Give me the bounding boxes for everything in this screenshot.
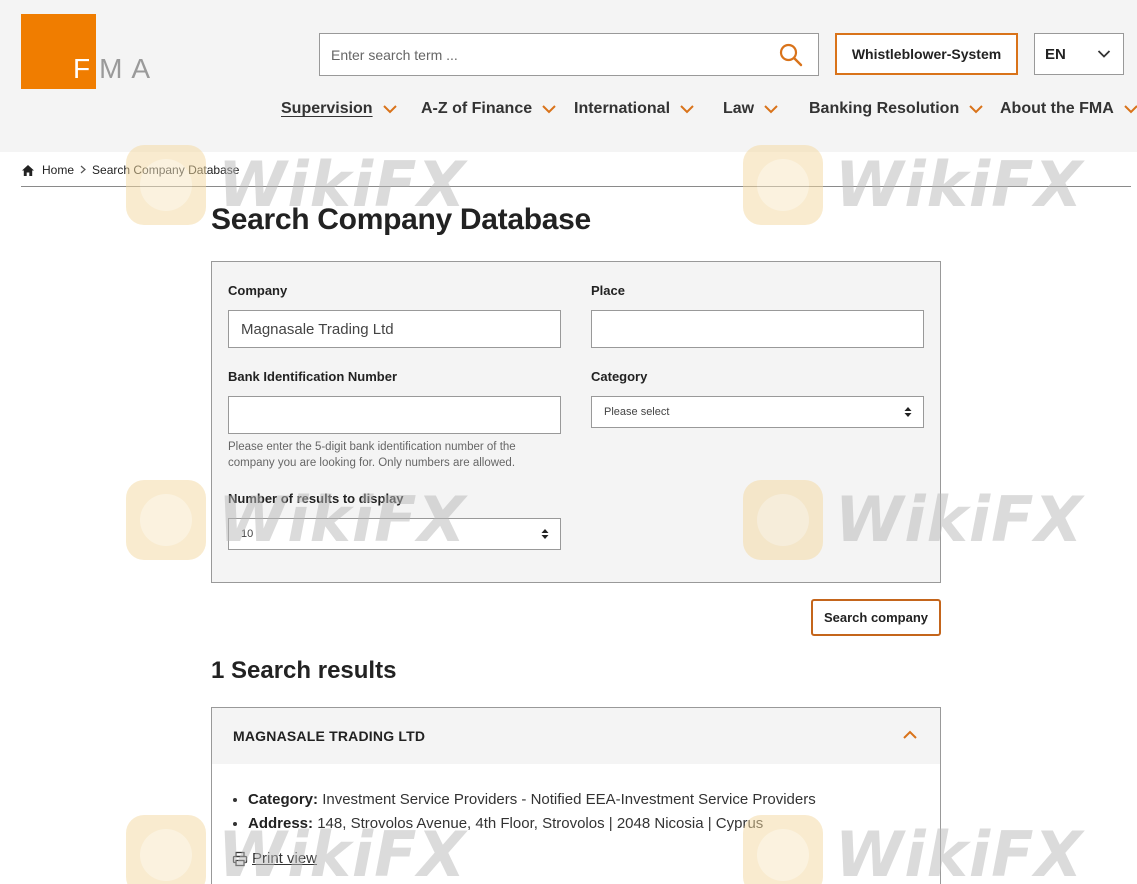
sort-arrows-icon [541,529,549,539]
nav-international[interactable]: International [574,98,695,120]
category-selected: Please select [604,406,670,418]
nav-label: Law [723,100,755,117]
category-key: Category: [248,791,319,808]
nav-label: Supervision [281,100,373,117]
result-details: Category: Investment Service Providers -… [248,788,816,836]
search-icon[interactable] [778,42,804,68]
language-label: EN [1045,45,1066,63]
result-company-name: MAGNASALE TRADING LTD [233,728,426,744]
bin-label: Bank Identification Number [228,369,398,384]
result-accordion-header[interactable]: MAGNASALE TRADING LTD [211,707,941,765]
address-key: Address: [248,815,314,832]
page-title: Search Company Database [211,203,591,236]
logo-text: FMA [73,53,160,84]
category-label: Category [591,369,648,384]
result-address: Address: 148, Strovolos Avenue, 4th Floo… [248,812,816,836]
address-value: 148, Strovolos Avenue, 4th Floor, Strovo… [317,815,764,832]
print-view-link[interactable]: Print view [232,850,317,867]
nav-law[interactable]: Law [723,98,779,120]
result-accordion-body: Category: Investment Service Providers -… [211,764,941,884]
category-select[interactable]: Please select [591,396,924,428]
home-icon[interactable] [21,164,35,177]
place-input[interactable] [591,310,924,348]
results-count-label: Number of results to display [228,491,404,506]
company-input[interactable]: Magnasale Trading Ltd [228,310,561,348]
nav-supervision[interactable]: Supervision [281,98,398,120]
breadcrumb-current: Search Company Database [92,163,240,177]
breadcrumb: Home Search Company Database [21,162,239,178]
search-input[interactable] [320,34,760,75]
nav-about-the-fma[interactable]: About the FMA [1000,98,1137,120]
language-select[interactable]: EN [1034,33,1124,75]
nav-label: Banking Resolution [809,100,960,117]
bin-input[interactable] [228,396,561,434]
site-header: FMA Whistleblower-System EN Supervision … [0,0,1137,152]
place-label: Place [591,283,625,298]
chevron-down-icon [542,105,556,114]
nav-banking-resolution[interactable]: Banking Resolution [809,98,984,120]
watermark: WikiFX [743,145,1082,235]
breadcrumb-home[interactable]: Home [42,163,74,177]
search-form: Company Magnasale Trading Ltd Place Bank… [211,261,941,583]
watermark-text: WikiFX [835,148,1084,221]
company-label: Company [228,283,288,298]
chevron-down-icon [1124,105,1137,114]
search-company-button[interactable]: Search company [811,599,941,636]
bin-hint: Please enter the 5-digit bank identifica… [228,441,516,469]
fma-logo[interactable]: FMA [21,14,153,89]
breadcrumb-divider [21,186,1131,187]
printer-icon [232,851,248,866]
print-view-label: Print view [252,850,318,867]
nav-label: International [574,100,671,117]
results-count-select[interactable]: 10 [228,518,561,550]
chevron-up-icon [903,730,917,739]
chevron-down-icon [680,105,694,114]
chevron-down-icon [382,105,397,114]
sort-arrows-icon [904,407,912,417]
chevron-down-icon [1097,50,1111,58]
whistleblower-button[interactable]: Whistleblower-System [835,33,1018,75]
nav-label: A-Z of Finance [421,100,533,117]
chevron-down-icon [764,105,778,114]
results-title: 1 Search results [211,657,397,684]
nav-a-z-of-finance[interactable]: A-Z of Finance [421,98,557,120]
chevron-right-icon [80,163,86,177]
results-count-selected: 10 [241,528,254,540]
category-value: Investment Service Providers - Notified … [322,791,816,808]
result-category: Category: Investment Service Providers -… [248,788,816,812]
site-search [319,33,819,76]
nav-label: About the FMA [1000,100,1114,117]
chevron-down-icon [969,105,983,114]
